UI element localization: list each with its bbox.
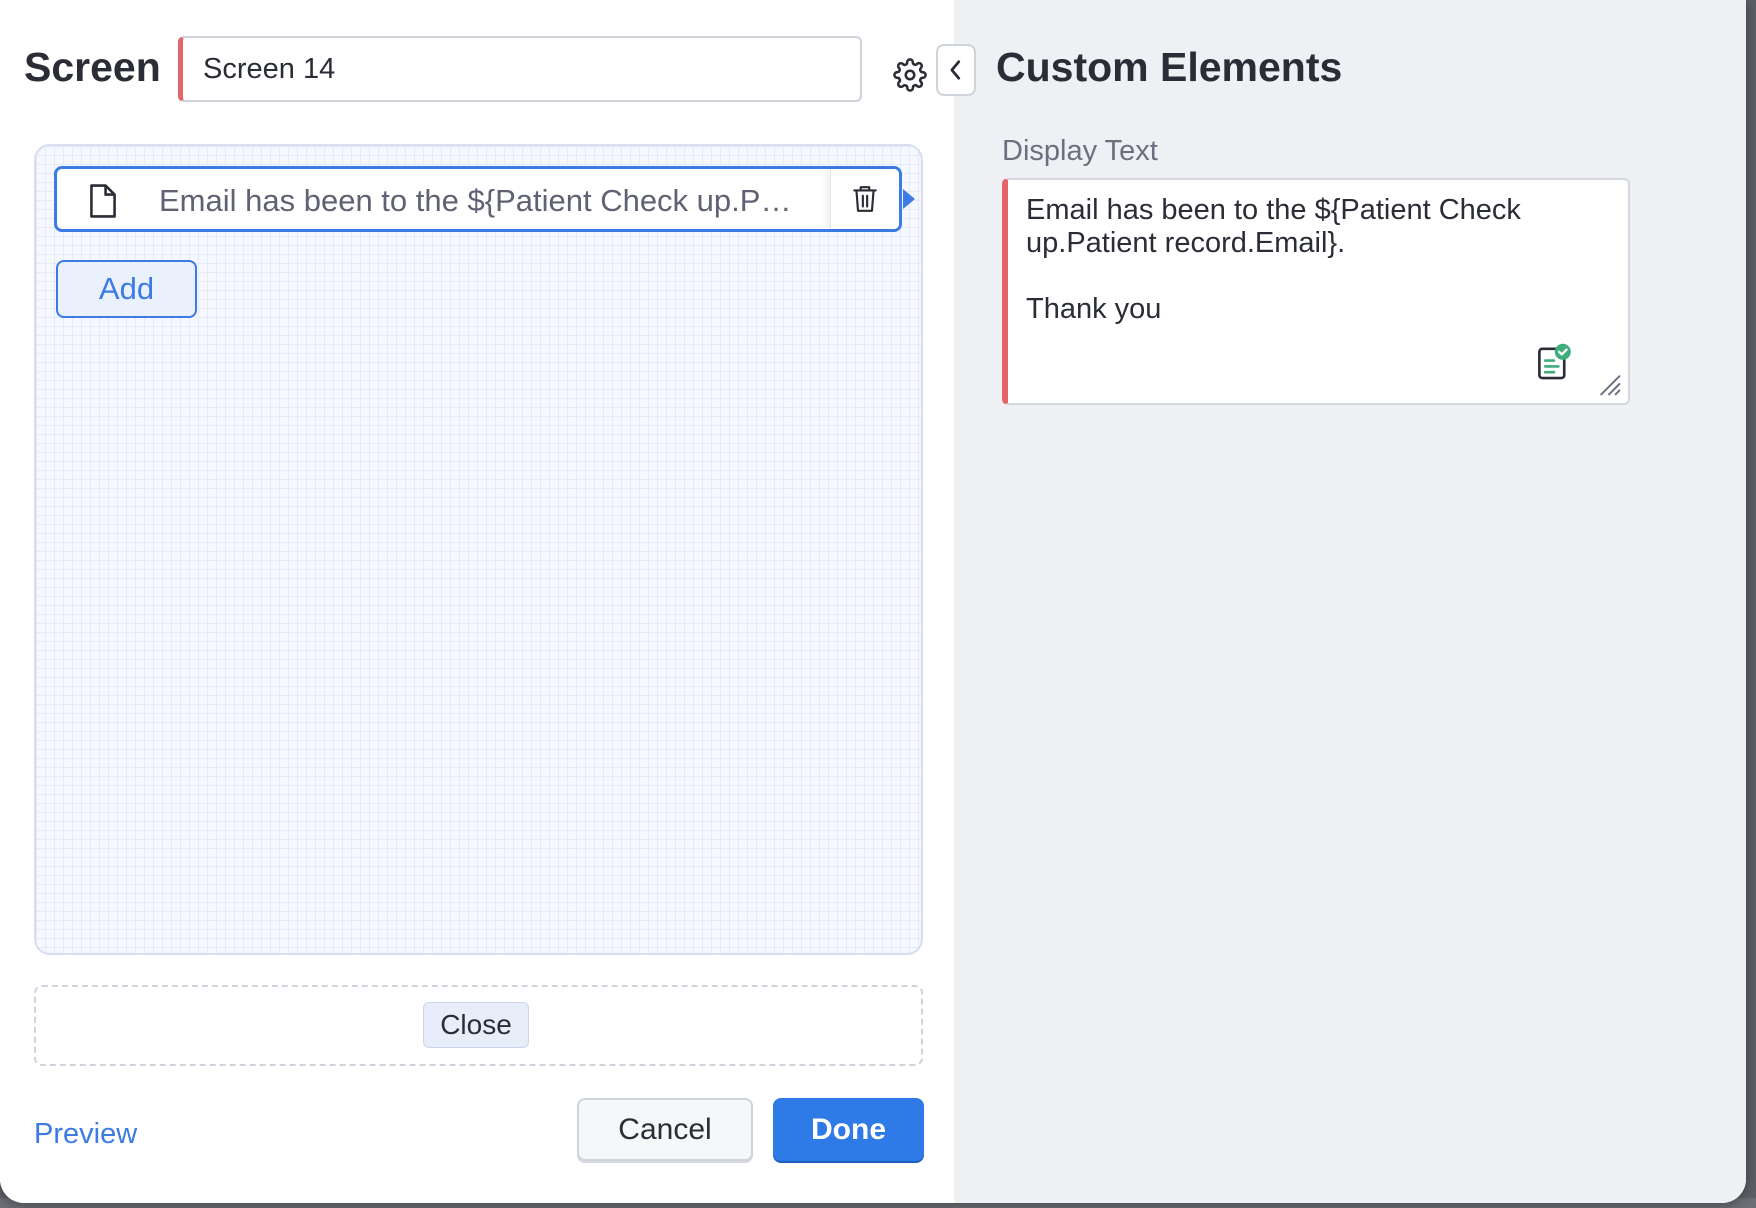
settings-button[interactable] [890, 55, 930, 95]
clipboard-check-icon[interactable] [1536, 343, 1572, 381]
done-button[interactable]: Done [773, 1098, 924, 1161]
display-text-field[interactable]: Email has been to the ${Patient Check up… [1002, 178, 1630, 405]
chevron-left-icon [950, 60, 961, 80]
delete-element-button[interactable] [830, 169, 899, 229]
close-button-element[interactable]: Close [423, 1002, 529, 1048]
document-icon [90, 184, 116, 218]
display-text-label: Display Text [1002, 135, 1158, 167]
element-preview-text: Email has been to the ${Patient Check up… [159, 183, 799, 218]
screen-title: Screen [24, 44, 161, 90]
trash-icon [853, 186, 877, 212]
collapse-panel-button[interactable] [936, 44, 976, 96]
preview-link[interactable]: Preview [34, 1118, 137, 1151]
gear-icon [893, 58, 927, 92]
add-element-button[interactable]: Add [56, 260, 197, 318]
screen-name-input[interactable] [178, 36, 862, 102]
screen-editor-pane: Screen Email has been to the ${Patient C… [0, 0, 954, 1203]
screen-editor-dialog: Screen Email has been to the ${Patient C… [0, 0, 1746, 1203]
display-text-element[interactable]: Email has been to the ${Patient Check up… [54, 166, 915, 232]
resize-grip-icon[interactable] [1596, 371, 1622, 397]
cancel-button[interactable]: Cancel [577, 1098, 753, 1161]
display-text-value[interactable]: Email has been to the ${Patient Check up… [1026, 194, 1616, 326]
panel-title: Custom Elements [996, 44, 1343, 90]
